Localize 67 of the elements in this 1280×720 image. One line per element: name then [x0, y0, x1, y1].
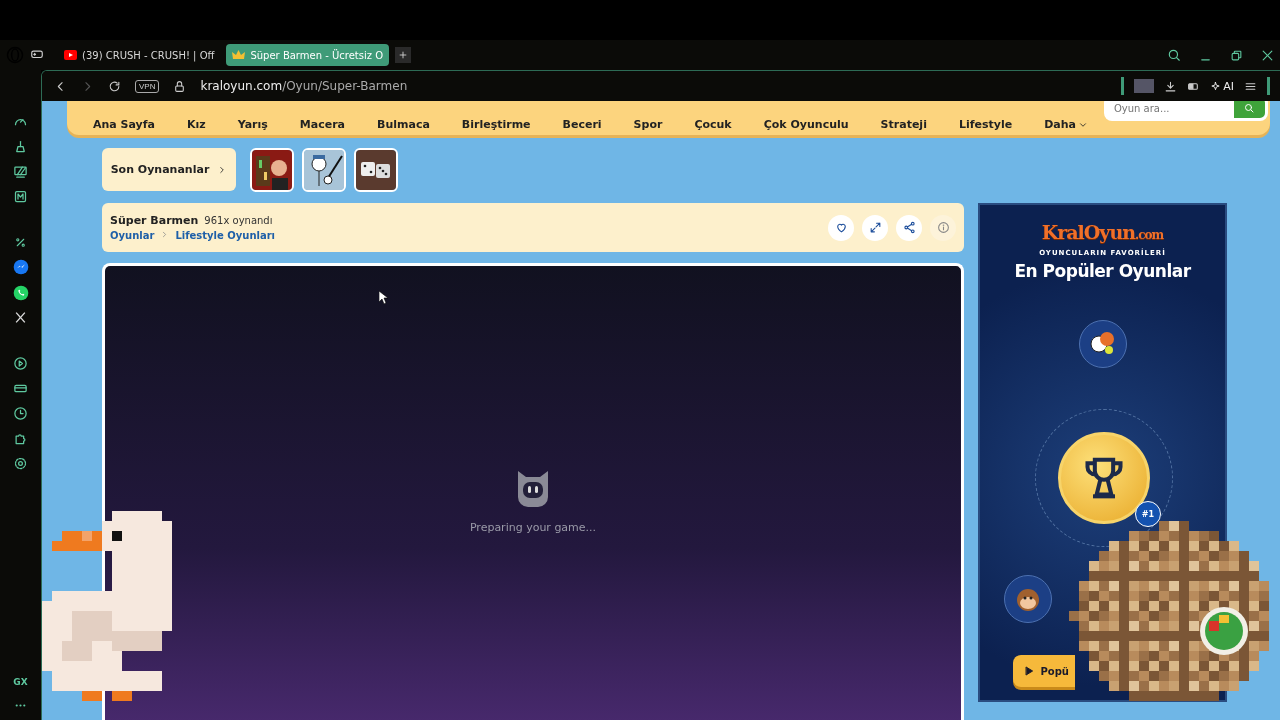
settings-icon[interactable]: [13, 456, 28, 471]
nav-link[interactable]: Çocuk: [678, 118, 748, 131]
nav-link[interactable]: Beceri: [546, 118, 618, 131]
nav-link[interactable]: Spor: [617, 118, 679, 131]
puzzle-icon[interactable]: [13, 431, 28, 446]
download-icon[interactable]: [1164, 79, 1178, 93]
sidebar-label: GX: [13, 677, 28, 687]
nav-link[interactable]: Yarış: [221, 118, 284, 131]
loading-message: Preparing your game...: [469, 520, 597, 534]
lock-icon: [173, 79, 187, 93]
address-field[interactable]: kraloyun.com/Oyun/Super-Barmen: [200, 79, 408, 93]
m-chip-icon[interactable]: [13, 189, 28, 204]
ad-logo: KralOyun.com: [1041, 221, 1164, 243]
expand-icon: [868, 221, 882, 234]
ai-button[interactable]: AI: [1210, 79, 1234, 93]
sports-balls-icon: [1079, 320, 1127, 368]
favorite-button[interactable]: [828, 214, 854, 241]
monkey-face-icon: [1004, 575, 1052, 623]
ad-title: En Popüler Oyunlar: [1014, 261, 1191, 281]
info-icon: [936, 221, 950, 234]
nav-link[interactable]: Birleştirme: [445, 118, 547, 131]
share-button[interactable]: [896, 214, 922, 241]
broom-icon[interactable]: [13, 139, 28, 154]
fullscreen-button[interactable]: [862, 214, 888, 241]
snapshot-thumbnail[interactable]: [1134, 79, 1155, 93]
game-thumbnail[interactable]: [250, 147, 294, 192]
nav-link[interactable]: Lifestyle: [942, 118, 1029, 131]
nav-link[interactable]: Strateji: [864, 118, 943, 131]
nav-link[interactable]: Macera: [283, 118, 361, 131]
search-icon[interactable]: [1167, 48, 1181, 62]
clock-icon[interactable]: [13, 406, 28, 421]
nav-link[interactable]: Bulmaca: [361, 118, 446, 131]
vpn-button[interactable]: VPN: [135, 79, 160, 93]
play-circle-icon[interactable]: [13, 356, 28, 371]
search-button[interactable]: [1231, 101, 1268, 121]
whatsapp-icon[interactable]: [12, 285, 29, 301]
nav-link[interactable]: Kız: [171, 118, 222, 131]
search-field[interactable]: Oyun ara...: [1103, 101, 1232, 121]
video-play-icon: [64, 50, 77, 60]
browser-tab[interactable]: (39) CRUSH - CRUSH! | Off: [58, 44, 221, 66]
x-logo-icon[interactable]: [14, 311, 27, 324]
restore-icon[interactable]: [1230, 48, 1243, 62]
search-icon: [1243, 102, 1256, 114]
cursor-icon: [379, 291, 388, 304]
nav-link[interactable]: Çok Oyunculu: [747, 118, 865, 131]
game-thumbnail[interactable]: [302, 147, 346, 192]
play-count: 961x oynandı: [204, 215, 273, 226]
popular-games-button[interactable]: Popü: [1013, 655, 1075, 687]
heart-icon: [834, 221, 848, 234]
crown-icon: [232, 50, 246, 60]
breadcrumb-link[interactable]: Oyunlar: [110, 230, 155, 241]
close-icon[interactable]: [1261, 48, 1274, 62]
game-screen[interactable]: Preparing your game...: [102, 263, 964, 720]
striped-panel-icon[interactable]: [13, 164, 28, 179]
breadcrumb-link[interactable]: Lifestyle Oyunları: [175, 230, 276, 241]
game-thumbnail[interactable]: [354, 147, 398, 192]
reload-icon[interactable]: [108, 79, 121, 93]
percent-icon[interactable]: [14, 236, 27, 249]
messenger-icon[interactable]: [12, 259, 29, 275]
game-title: Süper Barmen: [110, 214, 199, 227]
recently-played-button[interactable]: Son Oynananlar: [102, 148, 236, 191]
rank-badge: #1: [1135, 501, 1161, 527]
share-icon: [902, 221, 916, 234]
more-menu-button[interactable]: Daha: [1028, 118, 1104, 131]
sparkle-icon: [1210, 80, 1222, 92]
nav-link[interactable]: Ana Sayfa: [77, 118, 171, 131]
play-icon: [1023, 665, 1035, 677]
